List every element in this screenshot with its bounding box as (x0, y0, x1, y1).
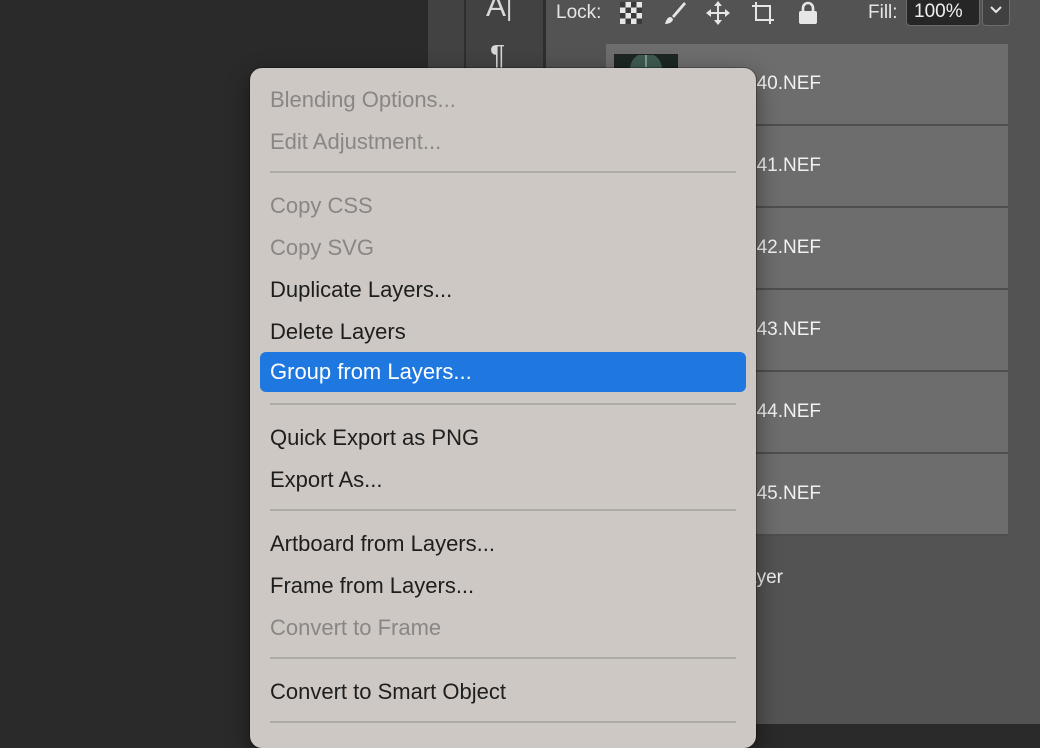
layer-name: 543.NEF (746, 319, 821, 340)
fill-input[interactable]: 100% (906, 0, 980, 26)
menu-item-copy-css[interactable]: Copy CSS (260, 186, 746, 226)
layer-name: 542.NEF (746, 237, 821, 258)
layers-options-bar: Lock: Fill: 100% (546, 0, 1040, 44)
lock-position-move-icon[interactable] (705, 0, 731, 26)
paragraph-icon[interactable]: ¶ (490, 40, 505, 70)
menu-item-artboard-from-layers[interactable]: Artboard from Layers... (260, 524, 746, 564)
menu-separator (270, 509, 736, 511)
lock-image-pixels-brush-icon[interactable] (662, 0, 688, 26)
menu-item-edit-adjustment[interactable]: Edit Adjustment... (260, 122, 746, 162)
menu-item-quick-export-png[interactable]: Quick Export as PNG (260, 418, 746, 458)
lock-label: Lock: (556, 2, 602, 23)
menu-separator (270, 657, 736, 659)
layer-context-menu: Blending Options... Edit Adjustment... C… (250, 68, 756, 748)
layer-name: 544.NEF (746, 401, 821, 422)
menu-item-delete-layers[interactable]: Delete Layers (260, 312, 746, 352)
layer-name: 540.NEF (746, 73, 821, 94)
menu-item-blending-options[interactable]: Blending Options... (260, 80, 746, 120)
menu-separator (270, 171, 736, 173)
menu-item-frame-from-layers[interactable]: Frame from Layers... (260, 566, 746, 606)
layer-name: 541.NEF (746, 155, 821, 176)
fill-dropdown-button[interactable] (982, 0, 1010, 26)
menu-item-export-as[interactable]: Export As... (260, 460, 746, 500)
menu-item-copy-svg[interactable]: Copy SVG (260, 228, 746, 268)
menu-separator (270, 721, 736, 723)
layer-name: 545.NEF (746, 483, 821, 504)
fill-label: Fill: (868, 2, 898, 23)
lock-all-icon[interactable] (795, 0, 821, 26)
menu-item-convert-to-frame[interactable]: Convert to Frame (260, 608, 746, 648)
menu-item-convert-to-smart-object[interactable]: Convert to Smart Object (260, 672, 746, 712)
lock-transparent-pixels-icon[interactable] (618, 0, 644, 26)
chevron-down-icon (989, 2, 1003, 20)
menu-separator (270, 403, 736, 405)
panel-scroll-gutter (1008, 44, 1040, 538)
type-tool-icon[interactable]: A| (486, 0, 512, 24)
lock-artboard-icon[interactable] (750, 0, 776, 26)
menu-item-duplicate-layers[interactable]: Duplicate Layers... (260, 270, 746, 310)
menu-item-group-from-layers[interactable]: Group from Layers... (260, 352, 746, 392)
